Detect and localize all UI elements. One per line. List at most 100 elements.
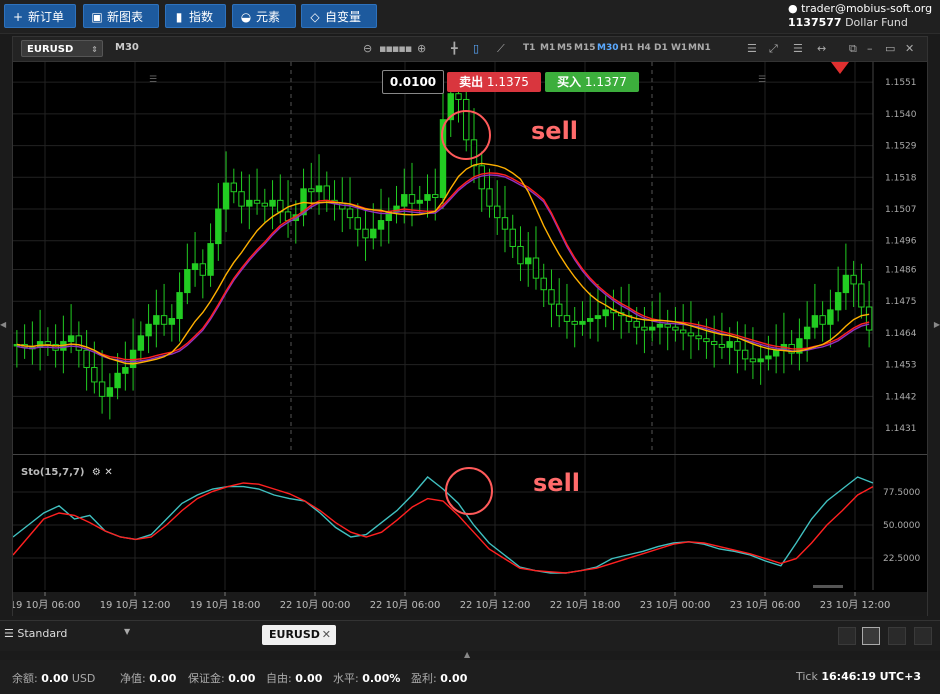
bar-chart-icon: ▮ <box>175 10 183 24</box>
candle <box>648 326 656 331</box>
buy-button[interactable]: 买入 1.1377 <box>545 72 639 92</box>
price-tick: 1.1518 <box>885 173 917 183</box>
collapse-panel-icon[interactable]: ▲ <box>464 650 470 659</box>
timeframe-w1[interactable]: W1 <box>671 43 687 53</box>
layout-grid-button[interactable] <box>862 627 880 645</box>
candle <box>563 315 571 322</box>
candle <box>122 367 129 374</box>
price-tick: 1.1486 <box>885 266 917 276</box>
free-margin: 自由: 0.00 <box>266 672 323 685</box>
margin-level: 水平: 0.00% <box>333 672 401 685</box>
close-tab-icon[interactable]: ✕ <box>322 625 331 645</box>
timeframe-m5[interactable]: M5 <box>557 43 572 53</box>
timeframe-m15[interactable]: M15 <box>574 43 595 53</box>
timezone[interactable]: UTC+3 <box>880 670 921 683</box>
candle <box>819 315 826 325</box>
timeframe-h1[interactable]: H1 <box>620 43 634 53</box>
timeframe-t1[interactable]: T1 <box>523 43 535 53</box>
candle <box>695 335 702 340</box>
candle <box>416 199 423 204</box>
candle <box>548 289 555 305</box>
candle <box>772 349 780 357</box>
candlestick-type-icon[interactable]: ▯ <box>473 41 479 57</box>
zoom-out-icon[interactable]: ⊖ <box>363 41 372 57</box>
account-info[interactable]: ● trader@mobius-soft.org 1137577 Dollar … <box>788 2 934 30</box>
collapse-icon: ☰ <box>758 75 766 85</box>
sell-button[interactable]: 卖出 1.1375 <box>447 72 541 92</box>
candle <box>602 309 609 317</box>
elements-button[interactable]: ◒ 元素 <box>232 4 296 28</box>
line-type-icon[interactable]: ⟋ <box>497 41 505 57</box>
time-tick: 23 10月 00:00 <box>640 599 711 611</box>
collapse-icon: ☰ <box>149 75 157 85</box>
zoom-slider[interactable]: ▪▪▪▪▪ <box>379 41 412 57</box>
symbol-select[interactable]: EURUSD ⇕ <box>21 40 103 57</box>
diamond-icon: ◇ <box>310 10 320 24</box>
new-chart-button[interactable]: ▣ 新图表 <box>83 4 159 28</box>
candle <box>834 292 842 311</box>
lot-size-input[interactable]: 0.0100 <box>382 70 444 94</box>
detach-window-icon[interactable]: ⧉ <box>849 41 857 57</box>
candle <box>726 341 733 348</box>
candle <box>579 320 586 325</box>
candle <box>679 329 687 334</box>
account-number: 1137577 <box>788 16 842 29</box>
candle <box>160 315 168 325</box>
candle <box>556 303 563 317</box>
sell-annotation-sto: sell <box>533 469 580 497</box>
price-tick: 1.1453 <box>885 361 917 371</box>
right-collapse-icon[interactable]: ▶ <box>934 320 940 329</box>
candle <box>672 326 679 331</box>
sto-tick: 50.0000 <box>883 521 920 531</box>
candle <box>207 243 214 276</box>
candle <box>315 185 323 193</box>
minimize-icon[interactable]: – <box>867 41 873 57</box>
timeframe-h4[interactable]: H4 <box>637 43 651 53</box>
time-tick: 19 10月 06:00 <box>13 599 80 611</box>
horizontal-line-icon[interactable]: ☰ <box>793 41 803 57</box>
candle <box>858 283 865 308</box>
candle <box>362 228 369 239</box>
sell-price: 1.1375 <box>486 75 529 89</box>
candle <box>176 292 183 320</box>
workspace-select[interactable]: ☰ Standard ▼ <box>4 627 134 640</box>
timeframe-m30[interactable]: M30 <box>597 43 618 53</box>
candle <box>370 228 377 239</box>
left-collapse-icon[interactable]: ◀ <box>0 320 6 329</box>
timeframe-mn1[interactable]: MN1 <box>688 43 711 53</box>
close-icon[interactable]: ✕ <box>905 41 914 57</box>
measure-icon[interactable]: ↔ <box>817 41 826 57</box>
candle <box>253 199 261 204</box>
price-chart[interactable]: 1.1551 1.1540 1.1529 1.1518 1.1507 1.1496 1.14… <box>13 62 927 454</box>
candle <box>323 185 330 201</box>
trendline-icon[interactable]: ⤢ <box>769 41 778 57</box>
maximize-icon[interactable]: ▭ <box>885 41 895 57</box>
horizontal-scrollbar <box>813 585 843 588</box>
time-tick: 19 10月 18:00 <box>190 599 261 611</box>
candle <box>215 208 222 245</box>
bar-type-icon[interactable]: ╋ <box>451 41 458 57</box>
stochastic-chart[interactable]: 77.5000 50.0000 22.5000 sell <box>13 455 927 590</box>
candle <box>525 257 532 265</box>
candle <box>346 208 354 219</box>
candle <box>633 320 640 328</box>
zoom-in-icon[interactable]: ⊕ <box>417 41 426 57</box>
layout-single-button[interactable] <box>838 627 856 645</box>
new-order-button[interactable]: + 新订单 <box>4 4 76 28</box>
candle <box>757 358 764 363</box>
sell-circle-sto <box>445 467 493 515</box>
layout-rows-button[interactable] <box>914 627 932 645</box>
layout-columns-button[interactable] <box>888 627 906 645</box>
indicator-list-icon[interactable]: ☰ <box>747 41 757 57</box>
price-tick: 1.1475 <box>885 297 917 307</box>
candle <box>168 318 176 325</box>
chart-tab[interactable]: EURUSD ✕ <box>262 625 336 645</box>
candle <box>199 263 207 276</box>
candle <box>486 188 493 207</box>
indicators-button[interactable]: ▮ 指数 <box>165 4 226 28</box>
candle <box>230 182 238 193</box>
candle <box>571 320 578 325</box>
timeframe-m1[interactable]: M1 <box>540 43 555 53</box>
timeframe-d1[interactable]: D1 <box>654 43 668 53</box>
custom-variables-button[interactable]: ◇ 自变量 <box>301 4 377 28</box>
